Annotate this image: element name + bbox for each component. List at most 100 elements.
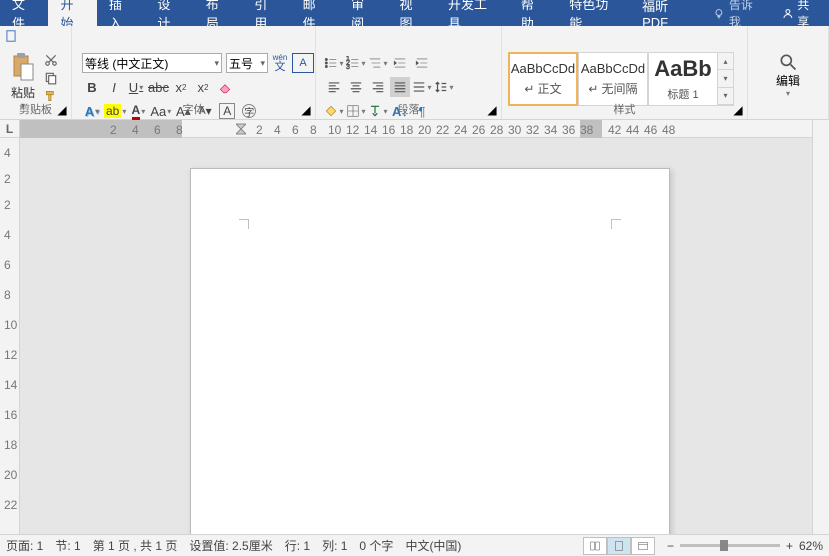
paragraph-group-label: 段落	[316, 101, 501, 117]
styles-gallery-more: ▴ ▾ ▾	[718, 52, 734, 106]
multilevel-list-button[interactable]	[368, 53, 388, 73]
font-name-value: 等线 (中文正文)	[85, 55, 168, 72]
align-justify-icon	[393, 80, 407, 94]
tab-home[interactable]: 开始	[48, 0, 96, 26]
tab-foxit-pdf[interactable]: 福昕PDF	[630, 0, 703, 26]
tab-review[interactable]: 审阅	[339, 0, 387, 26]
tab-mailings[interactable]: 邮件	[291, 0, 339, 26]
status-language[interactable]: 中文(中国)	[405, 537, 461, 554]
status-position[interactable]: 设置值: 2.5厘米	[189, 537, 272, 554]
status-page[interactable]: 页面: 1	[6, 537, 43, 554]
status-section[interactable]: 节: 1	[55, 537, 80, 554]
margin-mark-tl	[239, 219, 249, 229]
clipboard-launcher[interactable]: ◢	[56, 104, 68, 116]
view-print-layout[interactable]	[607, 537, 631, 555]
phonetic-guide-button[interactable]: wén 文	[270, 53, 290, 73]
tab-design[interactable]: 设计	[145, 0, 193, 26]
group-styles: AaBbCcDd ↵ 正文 AaBbCcDd ↵ 无间隔 AaBb 标题 1 ▴…	[502, 26, 748, 119]
clear-formatting-button[interactable]	[215, 77, 235, 97]
subscript-button[interactable]: x2	[171, 77, 191, 97]
paste-label: 粘贴	[11, 84, 35, 101]
editing-label: 编辑	[776, 72, 800, 89]
zoom-in-button[interactable]: +	[786, 539, 793, 553]
tab-file[interactable]: 文件	[0, 0, 48, 26]
scissors-icon	[44, 53, 58, 67]
distributed-button[interactable]	[412, 77, 432, 97]
status-page-of[interactable]: 第 1 页 , 共 1 页	[93, 537, 178, 554]
tab-help[interactable]: 帮助	[509, 0, 557, 26]
decrease-indent-button[interactable]	[390, 53, 410, 73]
view-read-mode[interactable]	[583, 537, 607, 555]
font-launcher[interactable]: ◢	[300, 104, 312, 116]
view-buttons	[583, 537, 655, 555]
person-icon	[782, 7, 794, 20]
styles-group-label: 样式	[502, 101, 747, 117]
cut-button[interactable]	[42, 52, 60, 68]
document-area: L 42246810121416182022 86422468101214161…	[0, 120, 829, 534]
styles-scroll-down[interactable]: ▾	[718, 70, 733, 87]
tab-selector[interactable]: L	[0, 120, 20, 138]
status-word-count[interactable]: 0 个字	[359, 537, 393, 554]
ribbon-tabs: 文件 开始 插入 设计 布局 引用 邮件 审阅 视图 开发工具 帮助 特色功能 …	[0, 0, 829, 26]
styles-scroll-up[interactable]: ▴	[718, 53, 733, 70]
distributed-icon	[412, 80, 426, 94]
underline-button[interactable]: U	[126, 77, 146, 97]
book-icon	[589, 540, 601, 552]
line-spacing-button[interactable]	[434, 77, 454, 97]
indent-marker-icon[interactable]	[236, 120, 246, 138]
strikethrough-button[interactable]: abc	[148, 77, 169, 97]
align-left-button[interactable]	[324, 77, 344, 97]
line-spacing-icon	[434, 80, 448, 94]
status-line[interactable]: 行: 1	[285, 537, 310, 554]
numbering-button[interactable]: 123	[346, 53, 366, 73]
group-editing: 编辑 ▾	[748, 26, 829, 119]
styles-launcher[interactable]: ◢	[732, 104, 744, 116]
tab-view[interactable]: 视图	[388, 0, 436, 26]
tab-layout[interactable]: 布局	[194, 0, 242, 26]
zoom-out-button[interactable]: −	[667, 539, 674, 553]
style-no-spacing[interactable]: AaBbCcDd ↵ 无间隔	[578, 52, 648, 106]
indent-icon	[415, 56, 429, 70]
group-clipboard: 粘贴 ▾ 剪贴板 ◢	[0, 26, 72, 119]
status-column[interactable]: 列: 1	[322, 537, 347, 554]
italic-button[interactable]: I	[104, 77, 124, 97]
align-left-icon	[327, 80, 341, 94]
character-border-button[interactable]: A	[292, 53, 314, 73]
outdent-icon	[393, 56, 407, 70]
tab-developer[interactable]: 开发工具	[436, 0, 509, 26]
zoom-percent[interactable]: 62%	[799, 539, 823, 553]
tab-special[interactable]: 特色功能	[557, 0, 630, 26]
margin-mark-tr	[611, 219, 621, 229]
tab-insert[interactable]: 插入	[97, 0, 145, 26]
page-icon	[613, 540, 625, 552]
paragraph-launcher[interactable]: ◢	[486, 104, 498, 116]
align-right-button[interactable]	[368, 77, 388, 97]
font-size-combo[interactable]: 五号▾	[226, 53, 268, 73]
vertical-scrollbar[interactable]	[812, 120, 829, 534]
view-web-layout[interactable]	[631, 537, 655, 555]
status-bar: 页面: 1 节: 1 第 1 页 , 共 1 页 设置值: 2.5厘米 行: 1…	[0, 534, 829, 556]
eraser-icon	[217, 80, 233, 94]
font-name-combo[interactable]: 等线 (中文正文)▾	[82, 53, 222, 73]
copy-button[interactable]	[42, 70, 60, 86]
align-justify-button[interactable]	[390, 77, 410, 97]
vertical-ruler[interactable]: 42246810121416182022	[0, 138, 20, 534]
style-normal[interactable]: AaBbCcDd ↵ 正文	[508, 52, 578, 106]
clipboard-icon	[10, 52, 36, 82]
increase-indent-button[interactable]	[412, 53, 432, 73]
group-font: 等线 (中文正文)▾ 五号▾ wén 文 A B I U abc x2 x2	[72, 26, 316, 119]
align-center-icon	[349, 80, 363, 94]
document-canvas[interactable]	[20, 138, 812, 534]
bullets-button[interactable]	[324, 53, 344, 73]
ribbon: 粘贴 ▾ 剪贴板 ◢ 等线 (中文正文)▾ 五号▾ wén	[0, 26, 829, 120]
zoom-thumb[interactable]	[720, 540, 728, 551]
multilevel-icon	[368, 56, 382, 70]
zoom-slider[interactable]	[680, 544, 780, 547]
style-heading-1[interactable]: AaBb 标题 1	[648, 52, 718, 106]
tab-references[interactable]: 引用	[242, 0, 290, 26]
superscript-button[interactable]: x2	[193, 77, 213, 97]
find-button[interactable]: 编辑 ▾	[776, 52, 800, 98]
horizontal-ruler[interactable]: 8642246810121416182022242628303234363842…	[20, 120, 812, 138]
align-center-button[interactable]	[346, 77, 366, 97]
bold-button[interactable]: B	[82, 77, 102, 97]
